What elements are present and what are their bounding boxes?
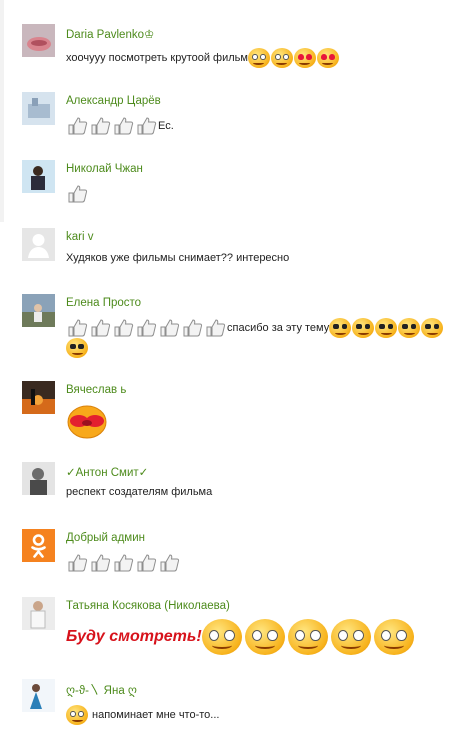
author-name[interactable]: Елена Просто — [66, 297, 141, 309]
thumbs-up-icon — [206, 319, 226, 337]
thumbs-up-icon — [137, 117, 157, 135]
comment-item: Александр Царёв Ес. — [22, 92, 453, 137]
thumbs-up-icon — [68, 117, 88, 135]
thumbs-up-icon — [114, 554, 134, 572]
thumbs-up-icon — [68, 554, 88, 572]
comment-item: Daria Pavlenko♔ хоочууу посмотреть круто… — [22, 24, 453, 74]
cool-smiley-icon — [329, 318, 352, 338]
comment-text: хоочууу посмотреть крутоой фильм — [66, 48, 453, 68]
comment-text — [66, 553, 453, 573]
thumbs-up-icon — [160, 319, 180, 337]
comment-item: kari v Худяков уже фильмы снимает?? инте… — [22, 228, 453, 273]
cool-smiley-icon — [66, 338, 88, 358]
cool-smiley-icon — [375, 318, 398, 338]
comment-item: Татьяна Косякова (Николаева) Буду смотре… — [22, 597, 453, 659]
author-name[interactable]: kari v — [66, 231, 93, 243]
comment-text: напоминает мне что-то... — [66, 705, 453, 725]
avatar[interactable] — [22, 381, 55, 414]
thumbs-up-icon — [137, 319, 157, 337]
thumbs-up-icon — [114, 117, 134, 135]
laughing-smiley-icon — [270, 48, 293, 68]
author-name[interactable]: Николай Чжан — [66, 163, 143, 175]
cool-smiley-icon — [352, 318, 375, 338]
author-name[interactable]: Татьяна Косякова (Николаева) — [66, 600, 230, 612]
comment-item: ✓Антон Смит✓ респект создателям фильма — [22, 462, 453, 512]
comment-text: спасибо за эту тему — [66, 318, 453, 358]
comment-text-body: Ес. — [158, 120, 174, 132]
comment-item: Добрый админ — [22, 529, 453, 579]
avatar[interactable] — [22, 92, 55, 125]
comment-text: Худяков уже фильмы снимает?? интересно — [66, 252, 453, 264]
cool-smiley-icon — [398, 318, 421, 338]
avatar[interactable] — [22, 24, 55, 57]
thinking-smiley-icon — [66, 705, 88, 725]
author-name[interactable]: ღ-ϑ-〵 Яна ღ — [66, 682, 137, 698]
author-name[interactable]: ✓Антон Смит✓ — [66, 465, 148, 479]
big-smile-icon — [201, 619, 242, 655]
comment-text-body: Буду смотреть! — [66, 628, 202, 645]
comment-text-body: Худяков уже фильмы снимает?? интересно — [66, 252, 290, 264]
avatar[interactable] — [22, 597, 55, 630]
author-name[interactable]: Вячеслав ь — [66, 384, 126, 396]
in-love-smiley-icon — [293, 48, 316, 68]
thumbs-up-icon — [68, 319, 88, 337]
comment-item: Елена Просто спасибо за эту тему — [22, 294, 453, 362]
author-name[interactable]: Александр Царёв — [66, 95, 161, 107]
thumbs-up-icon — [91, 319, 111, 337]
avatar[interactable] — [22, 462, 55, 495]
cool-smiley-icon — [421, 318, 444, 338]
comment-text: Ес. — [66, 116, 453, 136]
surprised-smiley-icon — [247, 48, 270, 68]
comment-text-body: хоочууу посмотреть крутоой фильм — [66, 52, 248, 64]
comment-text: респект создателям фильма — [66, 486, 453, 498]
comment-item: Николай Чжан — [22, 160, 453, 205]
comment-text — [66, 184, 453, 204]
big-smile-icon — [330, 619, 371, 655]
comment-item: Вячеслав ь — [22, 381, 453, 441]
comment-text-body: напоминает мне что-то... — [92, 709, 220, 721]
author-name[interactable]: Daria Pavlenko♔ — [66, 27, 154, 41]
thumbs-up-icon — [91, 117, 111, 135]
comment-item: ღ-ϑ-〵 Яна ღ напоминает мне что-то... — [22, 679, 453, 727]
comment-text — [66, 405, 453, 439]
comment-text-body: спасибо за эту тему — [227, 322, 330, 334]
scroll-rail — [0, 0, 4, 222]
in-love-smiley-icon — [316, 48, 339, 68]
author-name[interactable]: Добрый админ — [66, 532, 145, 544]
avatar[interactable] — [22, 679, 55, 712]
big-smile-icon — [373, 619, 414, 655]
kiss-smiley-icon — [67, 405, 107, 439]
big-smile-icon — [244, 619, 285, 655]
comment-text: Буду смотреть! — [66, 619, 453, 655]
thumbs-up-icon — [160, 554, 180, 572]
thumbs-up-icon — [68, 185, 88, 203]
comment-text-body: респект создателям фильма — [66, 486, 213, 498]
thumbs-up-icon — [114, 319, 134, 337]
big-smile-icon — [287, 619, 328, 655]
thumbs-up-icon — [91, 554, 111, 572]
thumbs-up-icon — [183, 319, 203, 337]
ok-logo-avatar[interactable] — [22, 529, 55, 562]
thumbs-up-icon — [137, 554, 157, 572]
avatar[interactable] — [22, 228, 55, 261]
avatar[interactable] — [22, 294, 55, 327]
avatar[interactable] — [22, 160, 55, 193]
